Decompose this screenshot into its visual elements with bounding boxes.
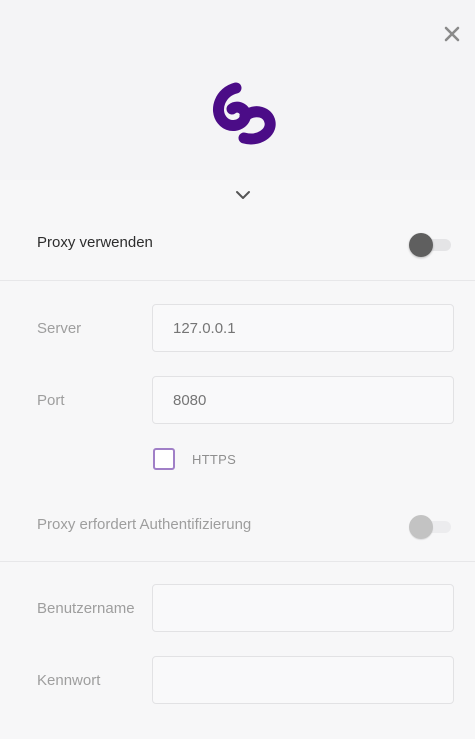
proxy-toggle-label: Proxy verwenden bbox=[37, 234, 153, 251]
https-checkbox[interactable] bbox=[153, 448, 175, 470]
auth-toggle-label: Proxy erfordert Authentifizierung bbox=[37, 516, 252, 533]
proxy-settings-panel: Proxy verwenden Server Port HTTPS Proxy … bbox=[0, 0, 475, 739]
swirl-logo-icon bbox=[213, 82, 276, 145]
password-label: Kennwort bbox=[37, 672, 101, 689]
server-label: Server bbox=[37, 320, 82, 337]
header bbox=[0, 0, 475, 180]
auth-toggle[interactable] bbox=[409, 515, 453, 539]
chevron-down-icon bbox=[236, 191, 250, 199]
auth-toggle-thumb bbox=[409, 515, 433, 539]
proxy-toggle[interactable] bbox=[409, 233, 453, 257]
password-input[interactable] bbox=[152, 656, 454, 704]
close-button[interactable] bbox=[440, 22, 464, 46]
expand-button[interactable] bbox=[234, 188, 252, 202]
username-label: Benutzername bbox=[37, 600, 135, 617]
proxy-toggle-thumb bbox=[409, 233, 433, 257]
close-icon bbox=[444, 26, 460, 42]
divider bbox=[0, 280, 475, 281]
port-label: Port bbox=[37, 392, 65, 409]
username-input[interactable] bbox=[152, 584, 454, 632]
https-checkbox-label: HTTPS bbox=[192, 452, 237, 467]
port-input[interactable] bbox=[152, 376, 454, 424]
server-input[interactable] bbox=[152, 304, 454, 352]
divider bbox=[0, 561, 475, 562]
